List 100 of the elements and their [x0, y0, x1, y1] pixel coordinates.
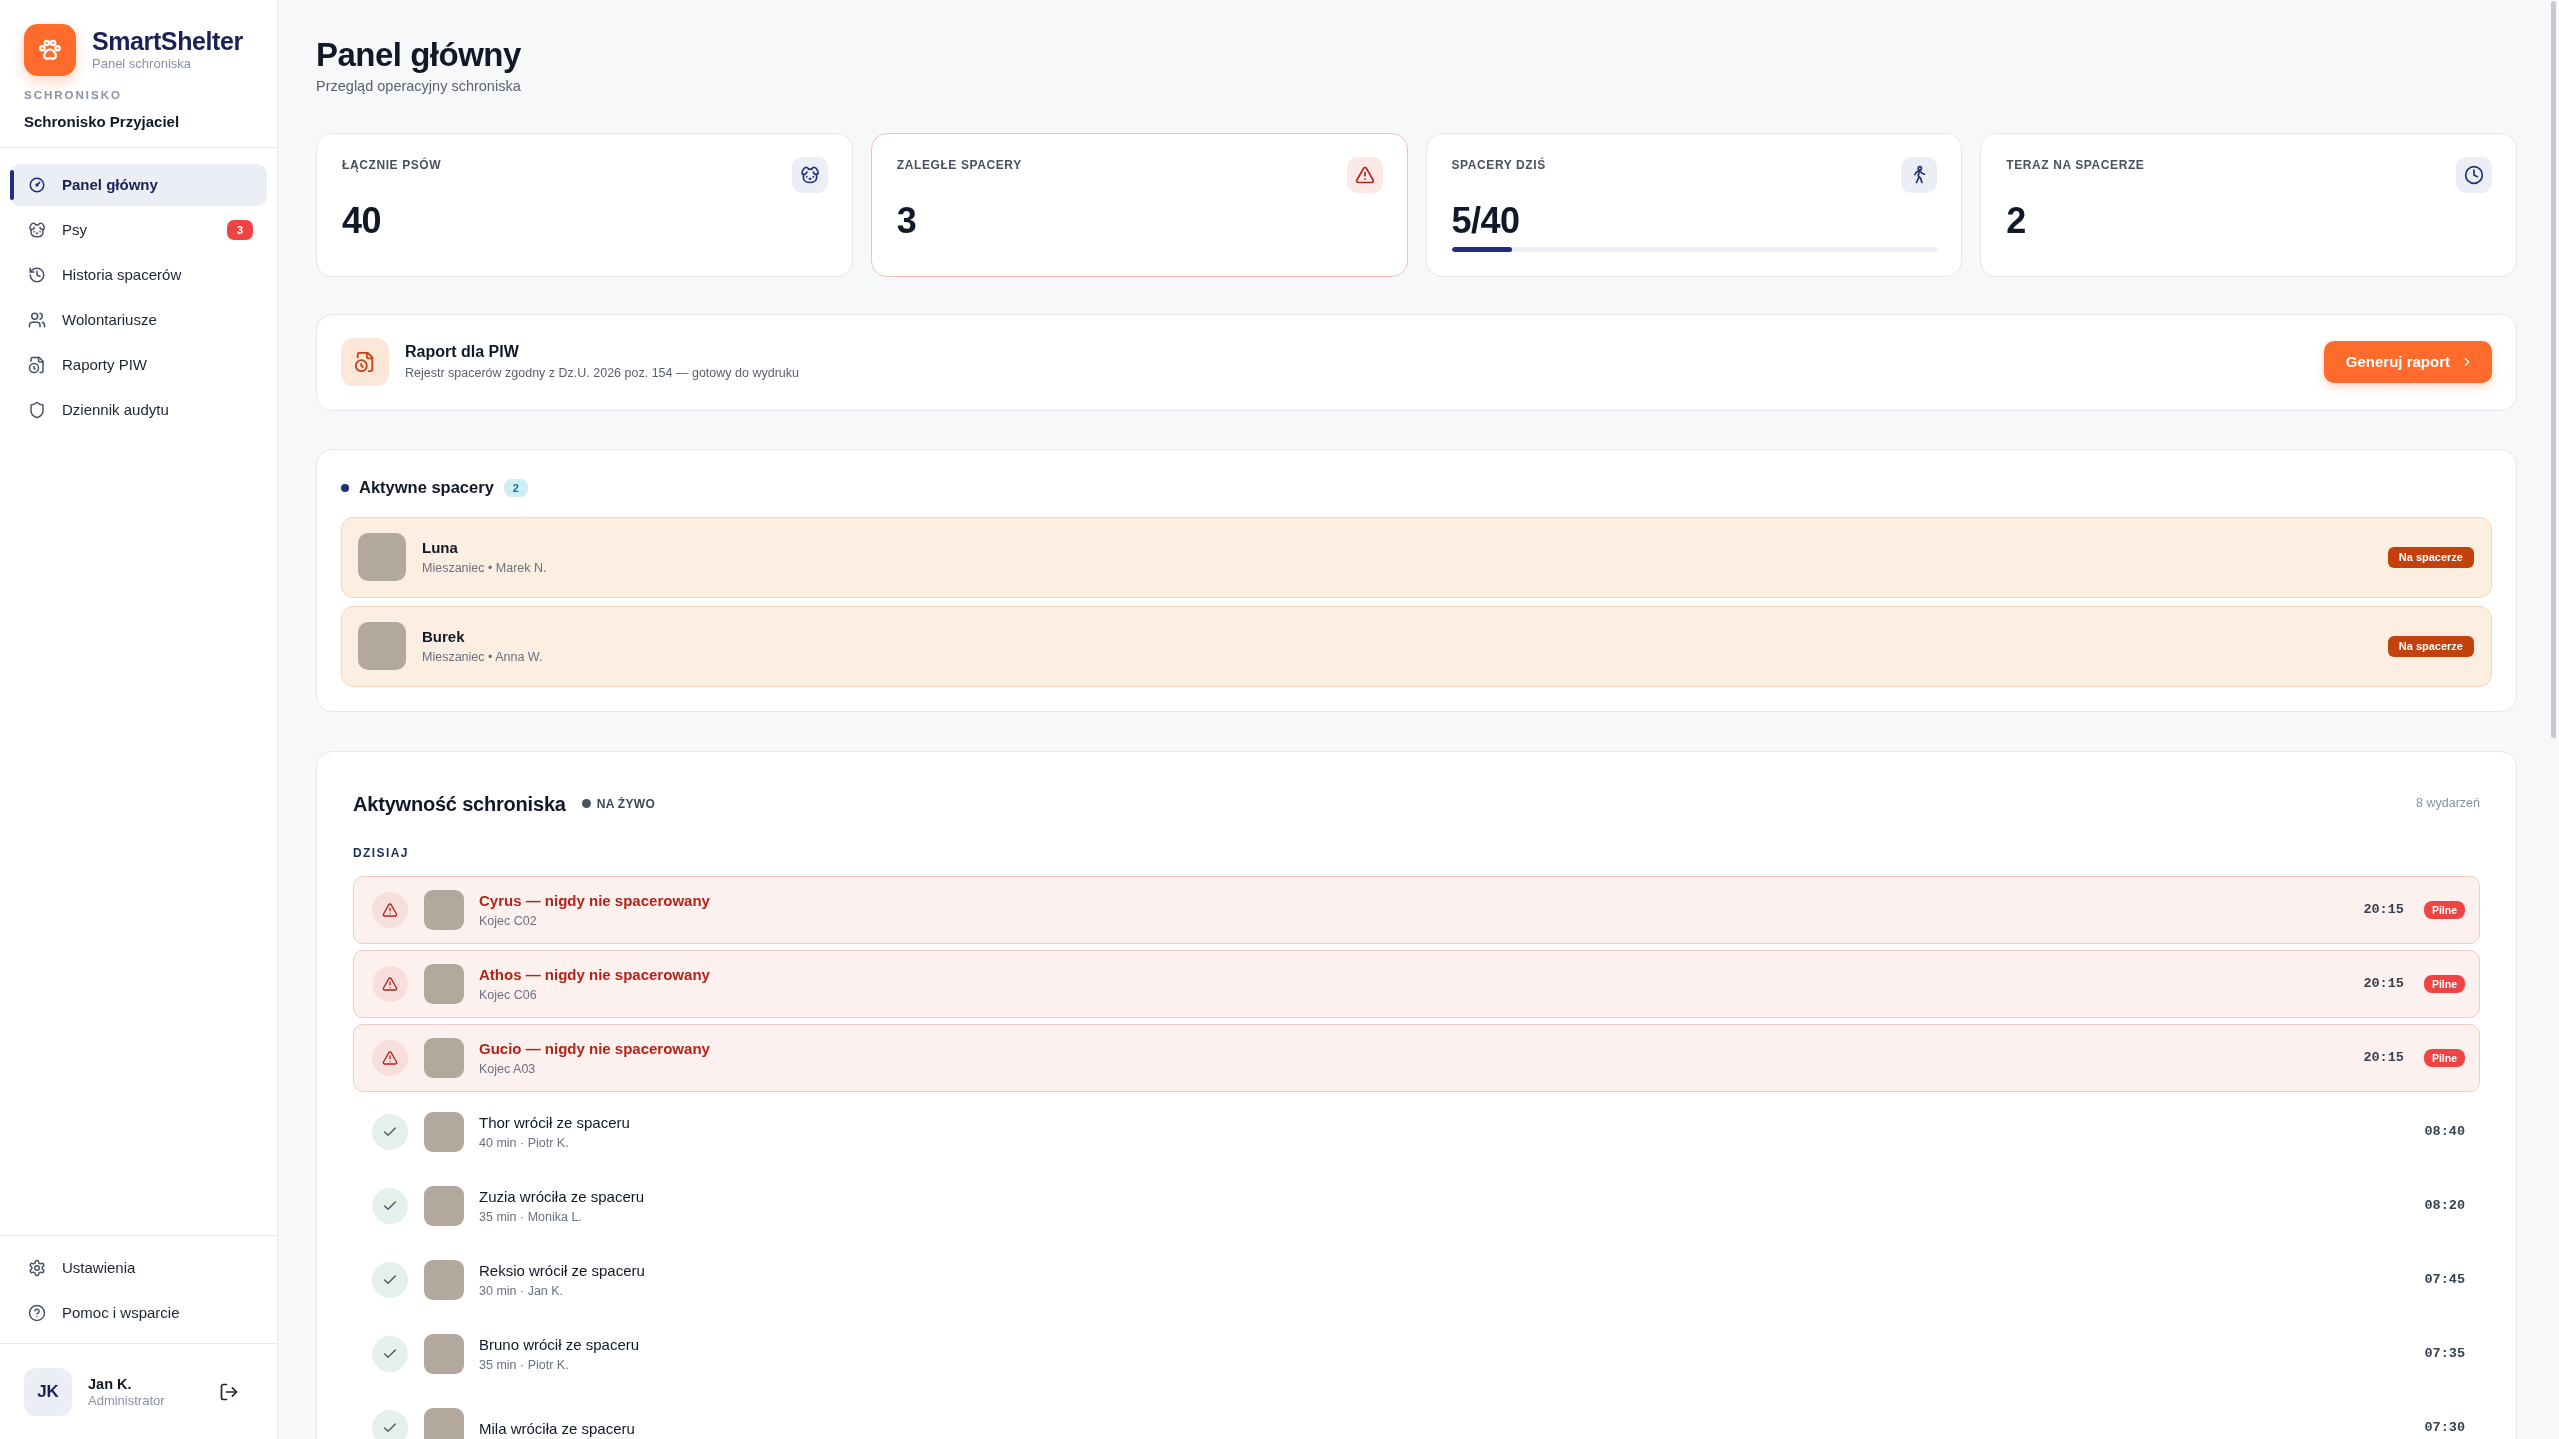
event-count: 8 wydarzeń [2416, 795, 2480, 813]
photo-placeholder [424, 964, 464, 1005]
event-details: 35 min · Monika L. [479, 1209, 583, 1226]
event-title: Cyrus — nigdy nie spacerowany [479, 890, 710, 911]
alert-row[interactable]: Gucio — nigdy nie spacerowany Kojec A03 20:15 Pilne [353, 1024, 2480, 1093]
shield-icon [28, 401, 46, 419]
photo-placeholder [424, 1112, 464, 1153]
warning-icon [372, 892, 408, 929]
nav-item[interactable]: Pomoc i wsparcie [10, 1292, 267, 1334]
logout-icon[interactable] [219, 1382, 239, 1402]
document-clock-icon [341, 338, 389, 387]
event-title: Mila wróciła ze spaceru [479, 1418, 635, 1438]
event-title: Gucio — nigdy nie spacerowany [479, 1038, 710, 1059]
event-time: 20:15 [2363, 975, 2404, 994]
event-time: 08:20 [2424, 1197, 2465, 1216]
user-avatar: JK [24, 1368, 72, 1416]
photo-placeholder [424, 1038, 464, 1079]
status-badge: Na spacerze [2387, 635, 2474, 657]
history-icon [28, 266, 46, 284]
urgent-badge: Pilne [2423, 975, 2465, 994]
warning-icon [1346, 156, 1383, 193]
report-title: Raport dla PIW [405, 342, 520, 363]
event-time: 07:30 [2424, 1419, 2465, 1438]
people-icon [28, 311, 46, 329]
photo-placeholder [424, 1186, 464, 1227]
event-title: Zuzia wróciła ze spaceru [479, 1186, 645, 1207]
user-role: Administrator [88, 1392, 165, 1409]
stat-value: 40 [342, 200, 382, 241]
page-title: Panel główny [316, 35, 521, 75]
brand-subtitle: Panel schroniska [92, 55, 192, 72]
dog-name: Luna [422, 538, 459, 558]
check-icon [372, 1114, 408, 1151]
event-title: Reksio wrócił ze spaceru [479, 1260, 645, 1281]
shelter-name: Schronisko Przyjaciel [24, 112, 180, 131]
check-icon [372, 1336, 408, 1373]
scrollbar-thumb[interactable] [2550, 1, 2556, 738]
photo-placeholder [424, 1260, 464, 1301]
help-icon [28, 1304, 46, 1322]
event-title: Bruno wrócił ze spaceru [479, 1334, 640, 1355]
nav-item[interactable]: Wolontariusze [10, 299, 267, 341]
nav-item[interactable]: Historia spacerów [10, 254, 267, 296]
stat-label: TERAZ NA SPACERZE [2006, 156, 2145, 173]
stat-label: ŁĄCZNIE PSÓW [342, 156, 442, 173]
event-time: 07:35 [2424, 1345, 2465, 1364]
photo-placeholder [424, 890, 464, 931]
section-label: SCHRONISKO [24, 89, 122, 103]
page-subtitle: Przegląd operacyjny schroniska [316, 78, 521, 95]
event-time: 20:15 [2363, 901, 2404, 920]
section-title: Aktywne spacery [359, 477, 494, 499]
photo-placeholder [358, 533, 406, 582]
day-label: DZISIAJ [353, 844, 409, 861]
walk-details: Mieszaniec • Marek N. [422, 559, 547, 577]
stat-value: 3 [896, 200, 917, 241]
brand-name: SmartShelter [92, 28, 243, 56]
nav-item[interactable]: Ustawienia [10, 1247, 267, 1289]
stat-value: 5/40 [1451, 200, 1520, 241]
event-title: Thor wrócił ze spaceru [479, 1112, 630, 1133]
event-details: 40 min · Piotr K. [479, 1135, 570, 1152]
check-icon [372, 1262, 408, 1299]
stat-label: ZALEGŁE SPACERY [896, 156, 1022, 173]
photo-placeholder [358, 622, 406, 671]
dog-name: Burek [422, 627, 466, 647]
live-label: NA ŻYWO [596, 795, 656, 813]
count-badge: 2 [503, 478, 528, 497]
event-details: Kojec A03 [479, 1061, 537, 1078]
section-title: Aktywność schroniska [353, 791, 566, 817]
walk-row[interactable]: Luna Mieszaniec • Marek N. Na spacerze [341, 516, 2492, 598]
warning-icon [372, 966, 408, 1003]
walk-details: Mieszaniec • Anna W. [422, 648, 543, 666]
nav-item[interactable]: Raporty PIW [10, 344, 267, 386]
walking-person-icon [1901, 156, 1938, 193]
event-details: Kojec C06 [479, 987, 538, 1004]
nav-item[interactable]: Psy 3 [10, 209, 267, 251]
urgent-badge: Pilne [2423, 1049, 2465, 1068]
nav-item[interactable]: Panel główny [10, 164, 267, 206]
stat-label: SPACERY DZIŚ [1451, 156, 1546, 173]
photo-placeholder [424, 1334, 464, 1375]
nav-item[interactable]: Dziennik audytu [10, 389, 267, 431]
urgent-badge: Pilne [2423, 901, 2465, 920]
event-title: Athos — nigdy nie spacerowany [479, 964, 710, 985]
gauge-icon [28, 176, 46, 194]
event-time: 20:15 [2363, 1049, 2404, 1068]
walk-row[interactable]: Burek Mieszaniec • Anna W. Na spacerze [341, 605, 2492, 687]
clock-icon [2456, 156, 2492, 193]
report-description: Rejestr spacerów zgodny z Dz.U. 2026 poz. 154 — gotowy do wydruku [405, 364, 799, 382]
status-badge: Na spacerze [2387, 546, 2474, 568]
document-clock-icon [28, 356, 46, 374]
warning-icon [372, 1040, 408, 1077]
dog-icon [28, 221, 46, 239]
photo-placeholder [424, 1408, 464, 1439]
settings-icon [28, 1259, 46, 1277]
event-time: 07:45 [2424, 1271, 2465, 1290]
event-time: 08:40 [2424, 1123, 2465, 1142]
event-details: 30 min · Jan K. [479, 1283, 565, 1300]
alert-row[interactable]: Cyrus — nigdy nie spacerowany Kojec C02 20:15 Pilne [353, 876, 2480, 945]
count-badge: 3 [226, 220, 253, 240]
user-name: Jan K. [88, 1375, 133, 1393]
live-dot-icon [581, 799, 591, 809]
stat-value: 2 [2006, 200, 2026, 241]
alert-row[interactable]: Athos — nigdy nie spacerowany Kojec C06 20:15 Pilne [353, 950, 2480, 1019]
